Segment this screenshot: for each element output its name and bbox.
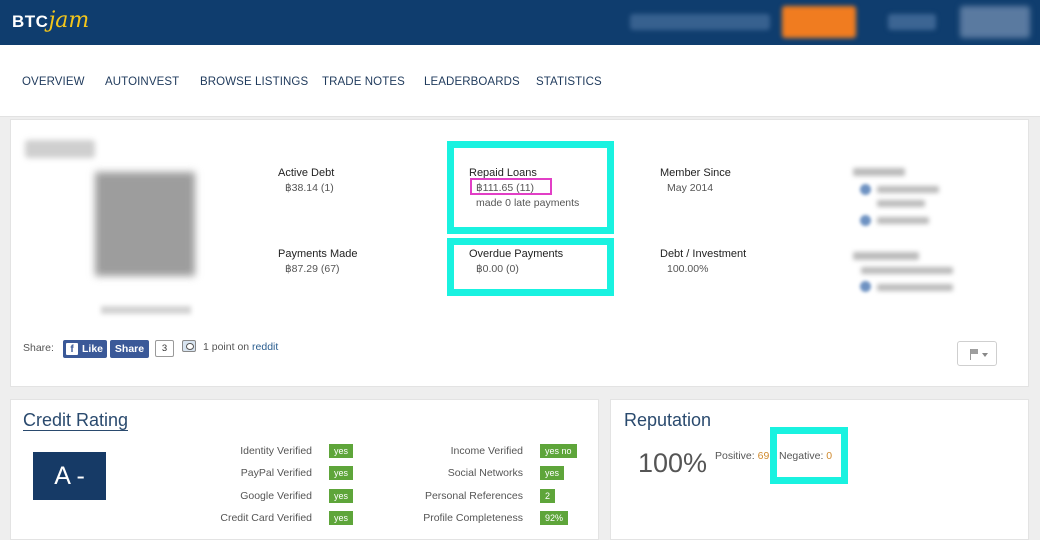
blurred-user-menu: [960, 6, 1030, 38]
blurred-side-icon: [860, 215, 871, 226]
blurred-side-text: [877, 284, 953, 291]
income-verified-badge: yes no: [540, 444, 577, 458]
logo-suffix: jam: [48, 8, 90, 33]
blurred-profile-photo: [95, 172, 195, 276]
income-verified-label: Income Verified: [450, 445, 523, 457]
facebook-like-button[interactable]: f Like: [63, 340, 107, 358]
paypal-verified-badge: yes: [329, 466, 354, 480]
caret-down-icon: [982, 353, 988, 357]
google-verified-badge: yes: [329, 489, 354, 503]
paypal-verified-label: PayPal Verified: [240, 467, 312, 479]
credit-rating-title: Credit Rating: [23, 410, 129, 431]
active-debt-value: ฿38.14 (1): [285, 182, 334, 194]
social-networks-badge: yes: [540, 466, 565, 480]
facebook-icon: f: [66, 343, 78, 355]
logo-prefix: BTC: [12, 12, 49, 31]
personal-references-badge: 2: [540, 489, 556, 503]
blurred-side-text: [861, 267, 953, 274]
blurred-side-text: [877, 217, 929, 224]
negative-feedback-highlight-box: [770, 427, 848, 484]
blurred-side-icon: [860, 281, 871, 292]
blurred-side-heading: [853, 252, 919, 260]
nav-leaderboards[interactable]: LEADERBOARDS: [424, 76, 520, 88]
like-label: Like: [82, 343, 104, 355]
identity-verified-label: Identity Verified: [240, 445, 312, 457]
credit-rating-panel: Credit Rating A - Identity Verified yes …: [10, 399, 599, 540]
reddit-points: 1 point on reddit: [203, 341, 278, 353]
top-header: BTCjam: [0, 0, 1040, 45]
reputation-percent: 100%: [638, 448, 708, 478]
positive-feedback: Positive: 69: [715, 450, 769, 462]
blurred-side-icon: [860, 184, 871, 195]
blurred-username: [25, 140, 95, 158]
positive-label: Positive:: [715, 450, 755, 462]
reddit-icon[interactable]: [182, 340, 196, 352]
identity-verified-badge: yes: [329, 444, 354, 458]
payments-made-label: Payments Made: [278, 248, 358, 260]
nav-browse-listings[interactable]: BROWSE LISTINGS: [200, 76, 308, 88]
repaid-value-highlight-box: [470, 178, 552, 195]
flag-icon-cloth: [971, 349, 978, 354]
credit-grade-badge: A -: [33, 452, 106, 500]
member-since-value: May 2014: [667, 182, 714, 194]
profile-completeness-label: Profile Completeness: [423, 512, 523, 524]
reddit-link[interactable]: reddit: [252, 341, 278, 353]
credit-card-verified-label: Credit Card Verified: [220, 512, 312, 524]
profile-completeness-badge: 92%: [540, 511, 569, 525]
member-since-label: Member Since: [660, 167, 731, 179]
blurred-photo-caption: [101, 306, 191, 314]
active-debt-label: Active Debt: [278, 167, 335, 179]
payments-made-value: ฿87.29 (67): [285, 263, 340, 275]
blurred-side-heading: [853, 168, 905, 176]
blurred-nav-link: [888, 14, 936, 30]
profile-panel: Active Debt ฿38.14 (1) Repaid Loans ฿111…: [10, 119, 1029, 387]
reddit-points-text: 1 point on: [203, 341, 250, 353]
reputation-panel: Reputation 100% Positive: 69 Negative: 0: [610, 399, 1029, 540]
overdue-payments-highlight-box: [447, 238, 614, 296]
btcjam-logo[interactable]: BTCjam: [12, 8, 89, 33]
share-count-bubble: 3: [155, 340, 174, 357]
blurred-side-text: [877, 186, 939, 193]
social-networks-label: Social Networks: [447, 467, 523, 479]
flag-dropdown-button[interactable]: [957, 341, 997, 366]
debt-investment-value: 100.00%: [667, 263, 709, 275]
nav-autoinvest[interactable]: AUTOINVEST: [105, 76, 179, 88]
blurred-action-button: [782, 6, 856, 38]
debt-investment-label: Debt / Investment: [660, 248, 747, 260]
blurred-side-text: [877, 200, 925, 207]
share-label: Share:: [23, 342, 54, 354]
secondary-nav: OVERVIEW AUTOINVEST BROWSE LISTINGS TRAD…: [0, 45, 1040, 117]
google-verified-label: Google Verified: [240, 490, 312, 502]
nav-trade-notes[interactable]: TRADE NOTES: [322, 76, 405, 88]
nav-statistics[interactable]: STATISTICS: [536, 76, 602, 88]
personal-references-label: Personal References: [424, 490, 523, 502]
nav-overview[interactable]: OVERVIEW: [22, 76, 85, 88]
credit-card-verified-badge: yes: [329, 511, 354, 525]
positive-count: 69: [757, 450, 770, 462]
facebook-share-button[interactable]: Share: [110, 340, 149, 358]
reputation-title: Reputation: [624, 410, 712, 430]
blurred-nav-links: [630, 14, 770, 30]
